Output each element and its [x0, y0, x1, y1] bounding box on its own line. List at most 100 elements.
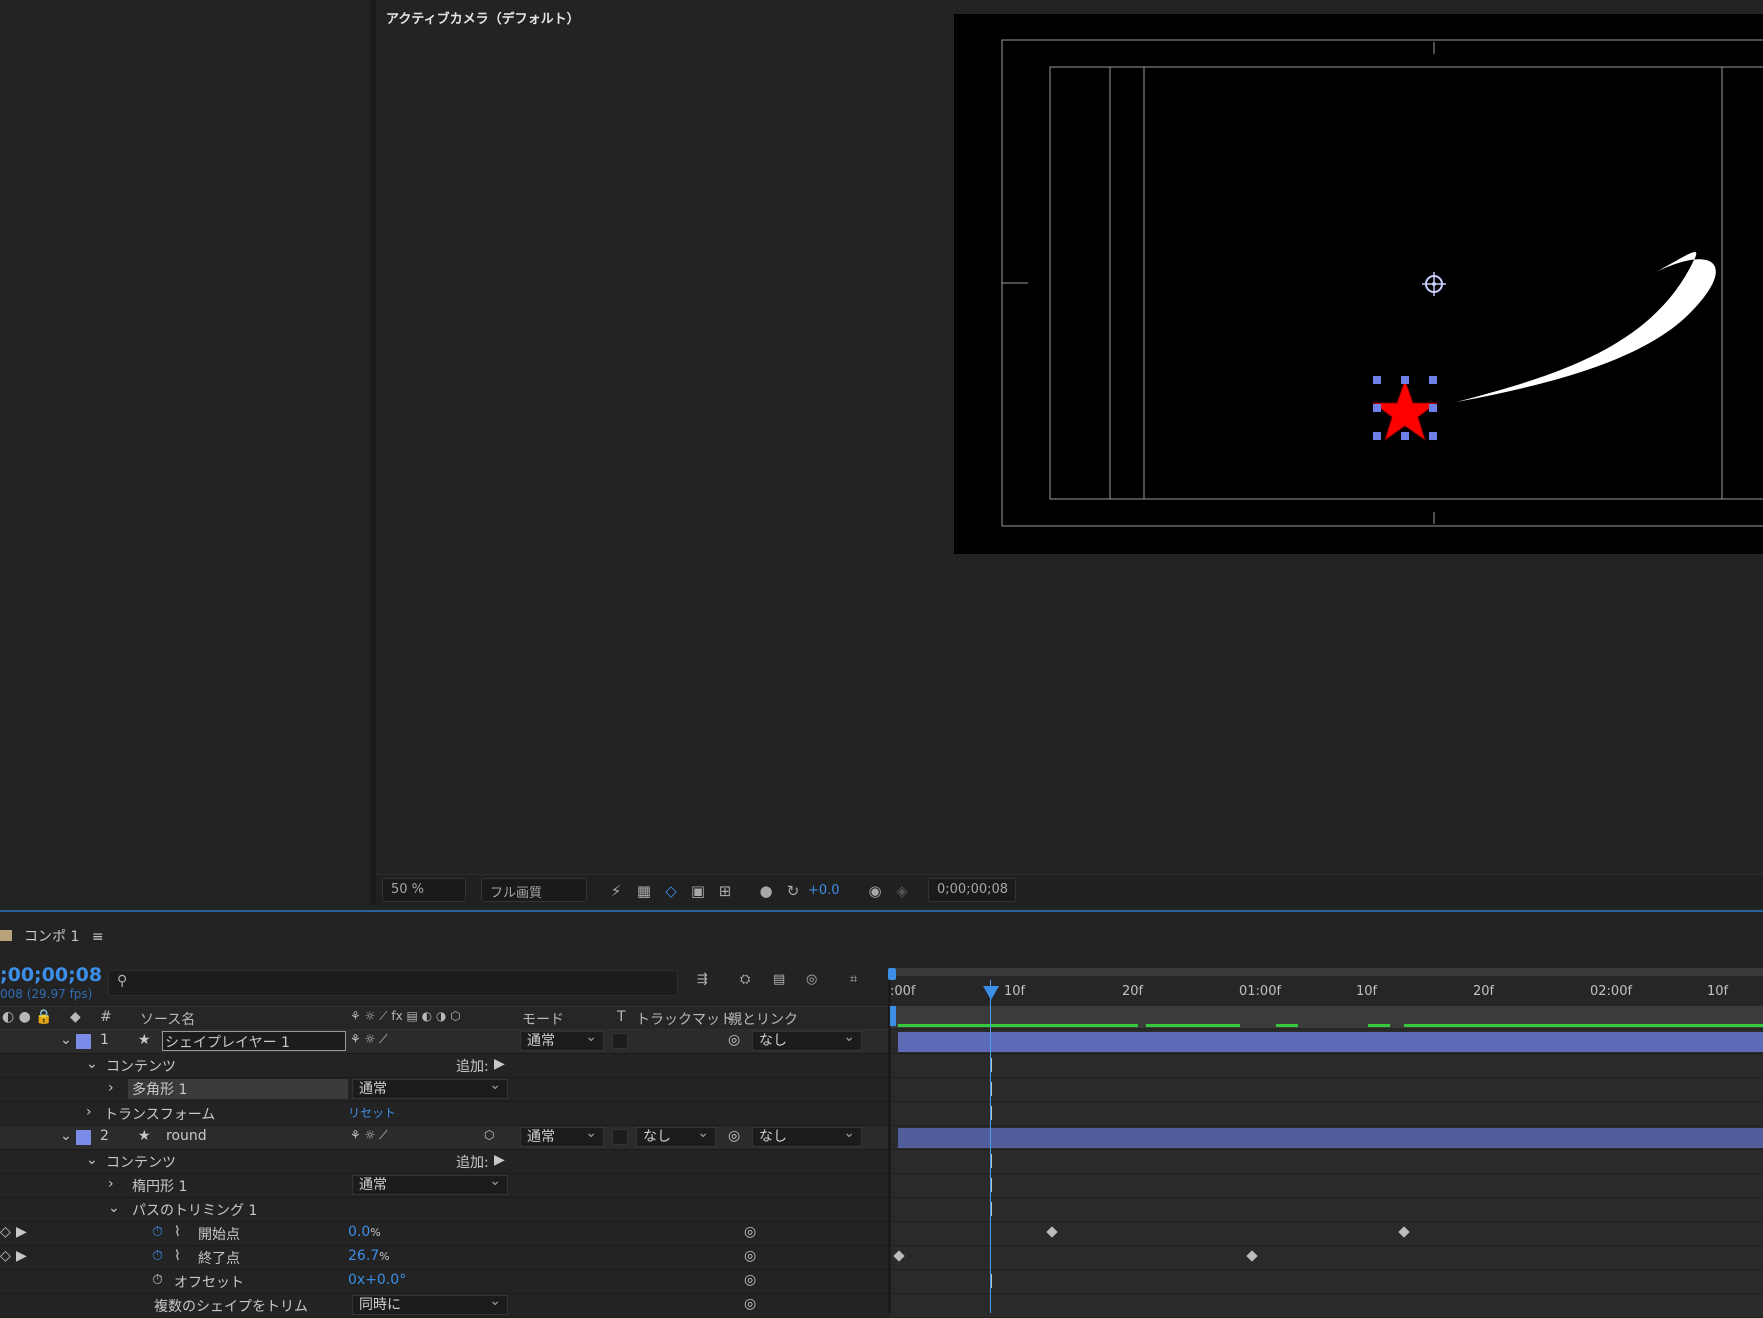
navigator-start-handle[interactable]: [888, 968, 896, 980]
frame-blending-icon[interactable]: ▤: [773, 972, 785, 987]
grid-guides-icon[interactable]: ⊞: [714, 880, 736, 902]
header-track-matte[interactable]: トラックマット: [636, 1009, 734, 1029]
add-menu-icon[interactable]: ▶: [494, 1152, 505, 1168]
header-source-name[interactable]: ソース名: [140, 1009, 195, 1029]
parent-dropdown[interactable]: なし: [752, 1028, 862, 1051]
add-keyframe-icon[interactable]: ▶: [16, 1248, 27, 1264]
graph-icon[interactable]: ⌇: [174, 1224, 181, 1240]
reset-link[interactable]: リセット: [348, 1104, 396, 1121]
contents-row[interactable]: ⌄ コンテンツ 追加: ▶: [0, 1054, 888, 1078]
snapshot-icon[interactable]: ◉: [864, 880, 886, 902]
fast-preview-icon[interactable]: ⚡: [605, 880, 627, 902]
layer-name-field[interactable]: シェイプレイヤー 1: [162, 1031, 346, 1051]
track-row[interactable]: [891, 1102, 1763, 1126]
pickwhip-icon[interactable]: ◎: [728, 1128, 740, 1144]
label-swatch[interactable]: [76, 1034, 91, 1049]
track-matte-checkbox[interactable]: [612, 1033, 628, 1049]
time-navigator[interactable]: [891, 968, 1763, 976]
current-time-indicator[interactable]: [990, 980, 991, 1313]
label-swatch[interactable]: [76, 1130, 91, 1145]
composition-canvas[interactable]: [954, 14, 1763, 554]
zoom-dropdown[interactable]: 50 %: [382, 878, 466, 902]
track-row[interactable]: [891, 1078, 1763, 1102]
expression-pickwhip-icon[interactable]: ◎: [744, 1296, 756, 1312]
exposure-value[interactable]: +0.0: [808, 883, 840, 898]
layer-switches[interactable]: ⚘ ☼ ⟋: [350, 1032, 388, 1047]
track-row[interactable]: [891, 1294, 1763, 1318]
twirl-open-icon[interactable]: ⌄: [60, 1032, 72, 1048]
layer-search-input[interactable]: ⚲: [108, 970, 678, 996]
expression-pickwhip-icon[interactable]: ◎: [744, 1248, 756, 1264]
label-column-icon[interactable]: ◆: [70, 1009, 81, 1025]
layer-switches[interactable]: ⚘ ☼ ⟋: [350, 1128, 388, 1143]
start-property-row[interactable]: ◇ ▶ ⏱ ⌇ 開始点 0.0% ◎: [0, 1222, 888, 1246]
mode-dropdown[interactable]: 通常: [520, 1124, 604, 1147]
viewer-timecode[interactable]: 0;00;00;08: [928, 878, 1016, 902]
reset-exposure-icon[interactable]: ↻: [782, 880, 804, 902]
show-snapshot-icon[interactable]: ◈: [891, 880, 913, 902]
add-menu-icon[interactable]: ▶: [494, 1056, 505, 1072]
shape-group-name[interactable]: 楕円形 1: [132, 1176, 187, 1196]
playhead-icon[interactable]: [983, 986, 999, 1000]
track-row[interactable]: [891, 1246, 1763, 1270]
end-number[interactable]: 26.7: [348, 1248, 379, 1264]
twirl-open-icon[interactable]: ⌄: [86, 1056, 98, 1072]
track-row[interactable]: [891, 1174, 1763, 1198]
graph-icon[interactable]: ⌇: [174, 1248, 181, 1264]
start-number[interactable]: 0.0: [348, 1224, 370, 1240]
parent-dropdown[interactable]: なし: [752, 1124, 862, 1147]
blend-mode-dropdown[interactable]: 通常: [352, 1076, 508, 1099]
track-row[interactable]: [891, 1150, 1763, 1174]
blend-mode-dropdown[interactable]: 通常: [352, 1172, 508, 1195]
av-features-icon[interactable]: ◐ ● 🔒: [2, 1009, 53, 1025]
layer-name[interactable]: round: [166, 1128, 207, 1144]
stopwatch-icon[interactable]: ⏱: [152, 1272, 163, 1288]
trim-multiple-row[interactable]: 複数のシェイプをトリム 同時に ◎: [0, 1292, 888, 1318]
shape-group-name[interactable]: 多角形 1: [128, 1079, 348, 1099]
trim-multiple-dropdown[interactable]: 同時に: [352, 1292, 508, 1315]
mask-path-icon[interactable]: ◇: [660, 880, 682, 902]
3d-layer-icon[interactable]: ⬡: [484, 1128, 494, 1142]
stopwatch-icon[interactable]: ⏱: [152, 1224, 163, 1240]
twirl-closed-icon[interactable]: ›: [108, 1080, 114, 1096]
track-row[interactable]: [891, 1198, 1763, 1222]
end-property-row[interactable]: ◇ ▶ ⏱ ⌇ 終了点 26.7% ◎: [0, 1246, 888, 1270]
panel-menu-icon[interactable]: ≡: [92, 929, 104, 945]
add-keyframe-icon[interactable]: ▶: [16, 1224, 27, 1240]
twirl-closed-icon[interactable]: ›: [108, 1176, 114, 1192]
keyframe-nav-icon[interactable]: ◇: [0, 1224, 11, 1240]
expression-pickwhip-icon[interactable]: ◎: [744, 1224, 756, 1240]
trim-paths-row[interactable]: ⌄ パスのトリミング 1: [0, 1198, 888, 1222]
track-row[interactable]: [891, 1270, 1763, 1294]
resolution-dropdown[interactable]: フル画質: [481, 878, 587, 902]
start-value[interactable]: 0.0%: [348, 1224, 381, 1240]
region-of-interest-icon[interactable]: ▣: [687, 880, 709, 902]
twirl-open-icon[interactable]: ⌄: [108, 1200, 120, 1216]
contents-row[interactable]: ⌄ コンテンツ 追加: ▶: [0, 1150, 888, 1174]
layer-row-2[interactable]: ⌄ 2 ★ round ⚘ ☼ ⟋ ⬡ 通常 なし ◎ なし: [0, 1124, 888, 1150]
color-channels-icon[interactable]: ●: [755, 880, 777, 902]
transparency-grid-icon[interactable]: ▦: [633, 880, 655, 902]
keyframe-nav-icon[interactable]: ◇: [0, 1248, 11, 1264]
shape-group-row[interactable]: › 多角形 1 通常: [0, 1076, 888, 1102]
layer-row-1[interactable]: ⌄ 1 ★ シェイプレイヤー 1 ⚘ ☼ ⟋ 通常 ◎ なし: [0, 1028, 888, 1054]
track-row[interactable]: [891, 1222, 1763, 1246]
graph-editor-icon[interactable]: ⌗: [850, 972, 857, 987]
shape-group-row[interactable]: › 楕円形 1 通常: [0, 1172, 888, 1198]
end-value[interactable]: 26.7%: [348, 1248, 390, 1264]
current-time[interactable]: ;00;00;08: [0, 964, 102, 986]
layer-duration-bar[interactable]: [898, 1032, 1763, 1052]
comp-flowchart-icon[interactable]: ⇶: [697, 972, 708, 987]
header-parent[interactable]: 親とリンク: [728, 1009, 798, 1029]
header-mode[interactable]: モード: [522, 1009, 564, 1029]
twirl-open-icon[interactable]: ⌄: [60, 1128, 72, 1144]
shy-layers-icon[interactable]: ⛭: [740, 972, 750, 987]
work-area-start[interactable]: [890, 1006, 896, 1026]
transform-row[interactable]: › トランスフォーム リセット: [0, 1102, 888, 1126]
expression-pickwhip-icon[interactable]: ◎: [744, 1272, 756, 1288]
track-row[interactable]: [891, 1054, 1763, 1078]
twirl-closed-icon[interactable]: ›: [86, 1104, 92, 1120]
motion-blur-icon[interactable]: ◎: [806, 972, 817, 987]
offset-value[interactable]: 0x+0.0°: [348, 1272, 406, 1288]
twirl-open-icon[interactable]: ⌄: [86, 1152, 98, 1168]
